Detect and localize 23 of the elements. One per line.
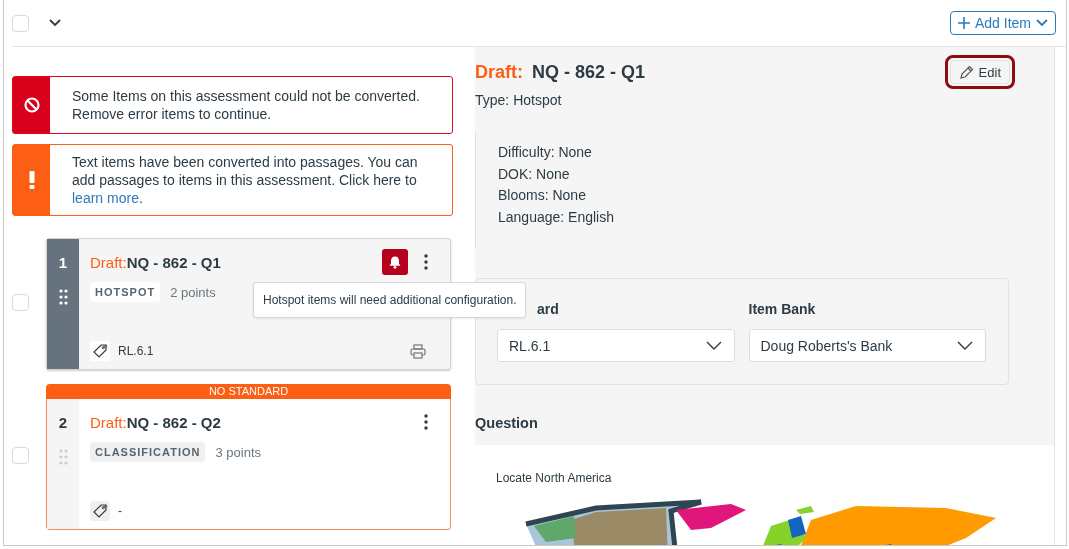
points-label: 3 points: [215, 444, 261, 460]
metadata-line: Difficulty: None: [498, 143, 593, 162]
tooltip: Hotspot items will need additional configuration.: [253, 282, 527, 318]
type-tag: CLASSIFICATION: [90, 442, 206, 462]
question-title: Draft:NQ - 862 - Q2: [90, 413, 221, 431]
standard-label: -: [118, 504, 122, 518]
question-title: Draft: NQ - 862 - Q1: [475, 61, 646, 83]
standard-label: RL.6.1: [118, 344, 154, 358]
no-standard-banner: NO STANDARD: [46, 384, 451, 399]
alert-message: Text items have been converted into passages. You can add passages to items in this assessment. Click here to learn more.: [71, 153, 419, 208]
section-heading: Question: [475, 415, 539, 433]
type-tag: HOTSPOT: [90, 282, 161, 302]
alert-message: Some Items on this assessment could not be converted. Remove error items to continue.: [71, 87, 421, 124]
question-title: Draft:NQ - 862 - Q1: [90, 253, 221, 271]
question-number: 1: [58, 254, 68, 271]
metadata-line: Language: English: [498, 207, 615, 227]
question-number: 2: [58, 414, 68, 431]
metadata-line: DOK: None: [498, 164, 571, 184]
question-text: Locate North America: [496, 471, 613, 485]
points-label: 2 points: [170, 284, 216, 300]
metadata-line: Blooms: None: [498, 186, 587, 205]
field-label: Item Bank: [748, 301, 817, 319]
type-label: Type: Hotspot: [475, 92, 563, 108]
